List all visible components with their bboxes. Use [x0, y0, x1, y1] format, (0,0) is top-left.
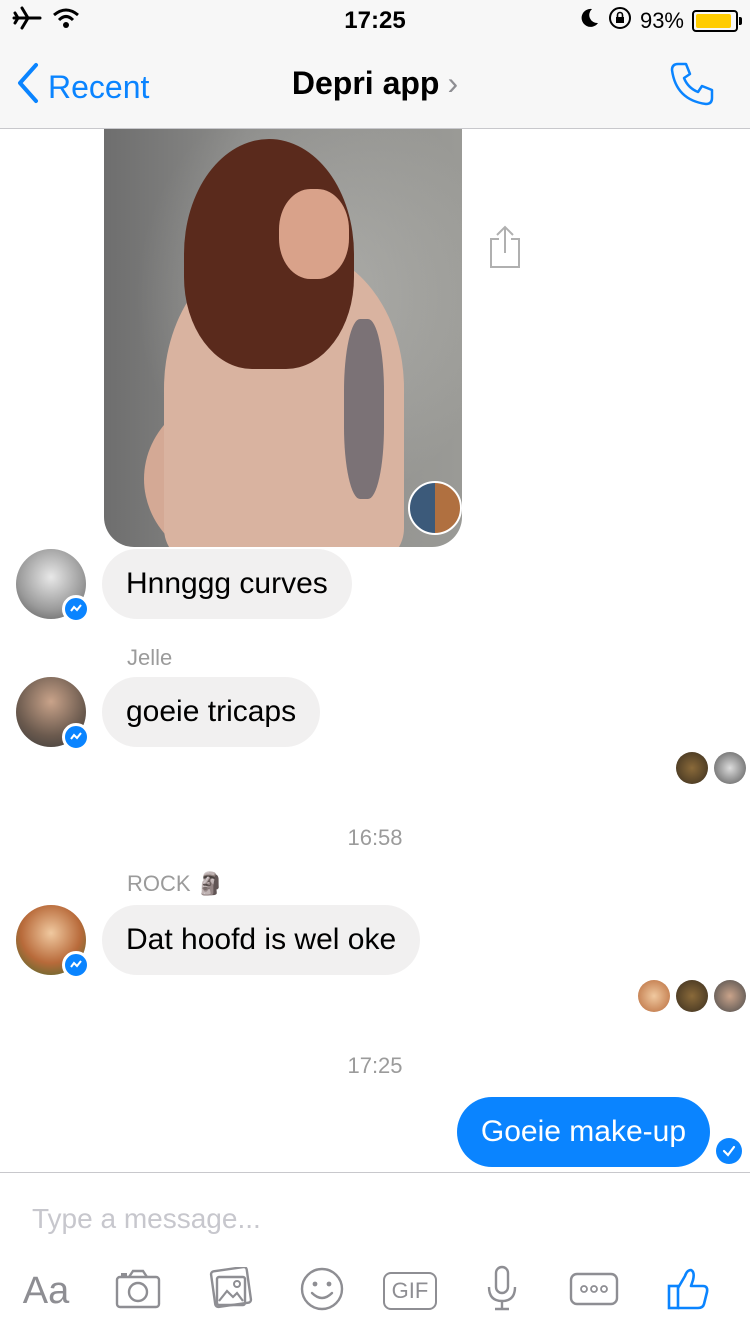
chevron-right-icon: ›	[447, 65, 459, 101]
text-format-button[interactable]: Aa	[18, 1261, 74, 1321]
messenger-badge-icon	[62, 951, 90, 979]
outgoing-message-bubble[interactable]: Goeie make-up	[456, 1097, 710, 1167]
status-bar: 17:25 93%	[0, 0, 750, 40]
messenger-badge-icon	[62, 723, 90, 751]
more-icon	[569, 1272, 619, 1311]
gif-button[interactable]: GIF	[382, 1261, 438, 1321]
battery-percent: 93%	[639, 8, 684, 33]
photo-sender-avatar	[408, 481, 462, 535]
sender-name: ROCK 🗿	[127, 871, 224, 897]
emoji-icon	[299, 1266, 345, 1317]
photo-gallery-icon	[207, 1265, 253, 1316]
battery-fill	[696, 14, 732, 28]
read-receipt-avatar	[714, 980, 746, 1012]
gif-label: GIF	[391, 1278, 429, 1303]
nav-bar: Recent Depri app ›	[0, 40, 750, 129]
microphone-icon	[485, 1265, 519, 1318]
delivered-check-icon	[716, 1138, 742, 1164]
timestamp: 17:25	[347, 1053, 403, 1078]
read-receipt-avatar	[676, 752, 708, 784]
status-right-icons: 93%	[578, 6, 742, 36]
photo-gallery-button[interactable]	[202, 1261, 258, 1321]
share-icon	[487, 225, 523, 273]
shared-photo[interactable]	[104, 129, 462, 547]
composer-toolbar: Aa GIF	[0, 1261, 750, 1321]
photo-shape	[279, 189, 349, 279]
avatar[interactable]	[16, 677, 94, 755]
rotation-lock-icon	[608, 6, 632, 36]
share-button[interactable]	[487, 225, 523, 274]
phone-icon	[668, 62, 716, 112]
microphone-button[interactable]	[474, 1261, 530, 1321]
avatar[interactable]	[16, 905, 94, 983]
sender-name: Jelle	[127, 645, 173, 670]
camera-button[interactable]	[110, 1261, 166, 1321]
message-bubble[interactable]: goeie tricaps	[102, 677, 321, 747]
messenger-badge-icon	[62, 595, 90, 623]
message-thread[interactable]: Hnnggg curves Jelle goeie tricaps 16:58 …	[0, 129, 750, 1172]
message-input[interactable]	[18, 1191, 718, 1247]
more-button[interactable]	[566, 1261, 622, 1321]
battery-icon	[692, 10, 742, 32]
conversation-title[interactable]: Depri app ›	[0, 65, 750, 102]
timestamp: 16:58	[347, 825, 403, 850]
composer: Aa GIF	[0, 1172, 750, 1334]
moai-emoji: 🗿	[196, 871, 225, 896]
photo-shape	[344, 319, 384, 499]
read-receipt-avatar	[676, 980, 708, 1012]
aa-label: Aa	[22, 1269, 70, 1312]
call-button[interactable]	[668, 60, 716, 113]
message-bubble[interactable]: Hnnggg curves	[102, 549, 352, 619]
sender-name-text: ROCK	[127, 871, 191, 896]
moon-icon	[578, 7, 600, 35]
read-receipt-avatar	[714, 752, 746, 784]
read-receipt-avatar	[638, 980, 670, 1012]
emoji-button[interactable]	[294, 1261, 350, 1321]
conversation-title-text: Depri app	[291, 65, 440, 101]
gif-icon: GIF	[383, 1272, 437, 1310]
thumbs-up-icon	[665, 1266, 711, 1317]
like-button[interactable]	[660, 1261, 716, 1321]
avatar[interactable]	[16, 549, 94, 627]
camera-icon	[115, 1269, 161, 1314]
message-bubble[interactable]: Dat hoofd is wel oke	[102, 905, 421, 975]
